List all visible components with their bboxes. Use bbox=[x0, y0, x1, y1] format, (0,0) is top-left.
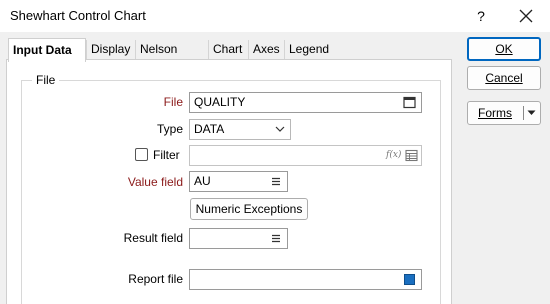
report-file-input[interactable] bbox=[189, 269, 422, 290]
forms-button[interactable]: Forms bbox=[467, 101, 541, 125]
filter-checkbox[interactable] bbox=[135, 148, 148, 161]
input-data-panel: File File QUALITY Type DATA Filter f(x) … bbox=[6, 59, 452, 304]
filter-input[interactable]: f(x) bbox=[189, 145, 422, 166]
filter-label: Filter bbox=[153, 148, 180, 162]
value-field-label: Value field bbox=[127, 175, 183, 189]
close-icon bbox=[519, 9, 533, 23]
ok-button-label: OK bbox=[495, 42, 513, 56]
value-field-input[interactable]: AU bbox=[189, 171, 288, 192]
type-select[interactable]: DATA bbox=[189, 119, 291, 140]
cancel-button-label: Cancel bbox=[485, 71, 523, 85]
forms-button-label: Forms bbox=[478, 106, 512, 120]
file-group-legend: File bbox=[32, 73, 60, 87]
result-field-input[interactable] bbox=[189, 228, 288, 249]
file-input[interactable]: QUALITY bbox=[189, 92, 422, 113]
list-icon[interactable] bbox=[271, 177, 281, 186]
value-field-value: AU bbox=[194, 174, 211, 188]
tab-legend[interactable]: Legend bbox=[284, 40, 329, 60]
window-title: Shewhart Control Chart bbox=[10, 8, 146, 23]
chevron-down-icon bbox=[275, 126, 285, 132]
report-file-browse-icon[interactable] bbox=[404, 274, 415, 285]
ok-button[interactable]: OK bbox=[467, 37, 541, 61]
tab-axes[interactable]: Axes bbox=[248, 40, 284, 60]
chevron-down-icon[interactable] bbox=[527, 110, 536, 116]
file-browse-icon[interactable] bbox=[403, 96, 416, 109]
close-button[interactable] bbox=[512, 4, 540, 28]
file-label: File bbox=[163, 95, 183, 109]
numeric-exceptions-button[interactable]: Numeric Exceptions ... bbox=[190, 198, 308, 236]
tab-chart[interactable]: Chart bbox=[208, 40, 248, 60]
report-file-label: Report file bbox=[128, 272, 183, 286]
forms-split-divider bbox=[523, 106, 524, 120]
title-bar: Shewhart Control Chart ? bbox=[0, 0, 550, 32]
type-label: Type bbox=[156, 122, 183, 136]
type-select-value: DATA bbox=[194, 122, 225, 136]
result-field-label: Result field bbox=[123, 231, 183, 245]
file-input-value: QUALITY bbox=[194, 95, 246, 109]
tab-display[interactable]: Display bbox=[86, 40, 135, 60]
cancel-button[interactable]: Cancel bbox=[467, 66, 541, 90]
tab-input-data[interactable]: Input Data bbox=[8, 38, 86, 62]
filter-browse-icon[interactable] bbox=[405, 149, 418, 162]
help-button[interactable]: ? bbox=[468, 4, 494, 28]
tab-nelson-rules[interactable]: Nelson Rules bbox=[135, 40, 208, 74]
list-icon[interactable] bbox=[271, 234, 281, 243]
expression-icon[interactable]: f(x) bbox=[386, 146, 401, 165]
